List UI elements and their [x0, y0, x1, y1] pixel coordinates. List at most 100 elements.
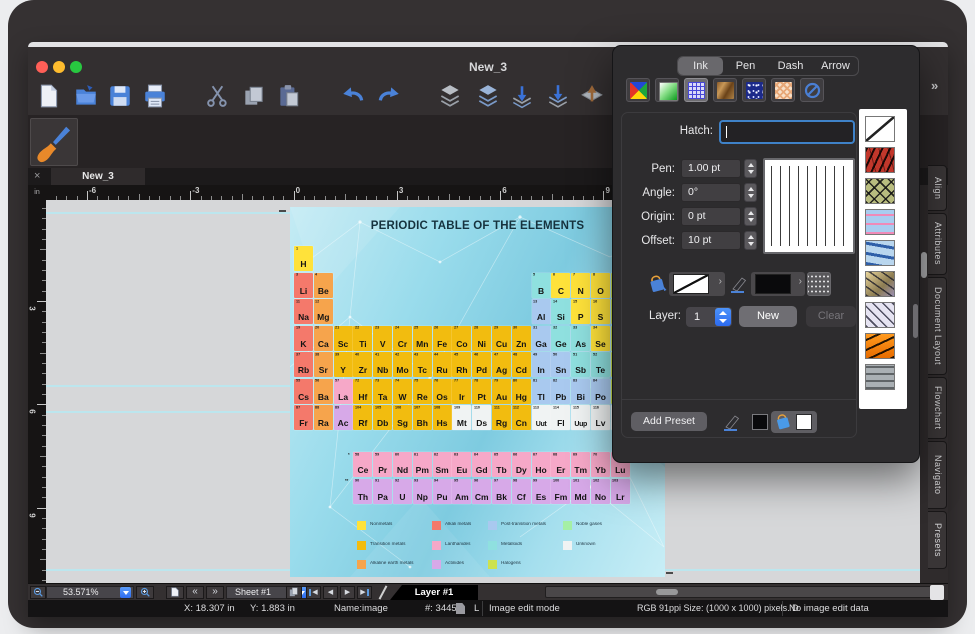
new-layer-button[interactable]: New [739, 306, 797, 327]
copy-icon[interactable] [240, 82, 268, 110]
resize-corner[interactable] [930, 585, 944, 600]
tab-pen[interactable]: Pen [723, 57, 768, 75]
layers-stack-alt-icon[interactable] [474, 82, 502, 110]
preset-fill-swatch[interactable] [796, 414, 812, 430]
pattern-picker-button[interactable] [807, 272, 831, 296]
element-cell: 94Pu [433, 479, 452, 504]
previous-sheet-button[interactable]: « [186, 586, 204, 599]
cut-icon[interactable] [204, 82, 232, 110]
layer-stepper[interactable] [715, 308, 731, 326]
hatch-pattern-swatch-blue-pink-stripes[interactable] [865, 209, 895, 235]
hatch-pattern-swatch-black-diagonal-line[interactable] [865, 116, 895, 142]
element-cell: 41Nb [373, 352, 392, 377]
new-sheet-button[interactable] [166, 586, 184, 599]
hatch-fill-button[interactable] [684, 78, 708, 102]
side-tab-navigato[interactable]: Navigato [928, 441, 947, 509]
origin-stepper[interactable] [744, 207, 757, 226]
hatch-pattern-swatch-olive-crosshatch[interactable] [865, 178, 895, 204]
image-fill-button[interactable] [713, 78, 737, 102]
periodic-table[interactable]: PERIODIC TABLE OF THE ELEMENTS 1H2He3Li4… [290, 207, 665, 577]
offset-field[interactable]: 10 pt [681, 231, 741, 250]
zoom-dropdown-button[interactable] [120, 587, 131, 598]
pen-width-field[interactable]: 1.00 pt [681, 159, 741, 178]
tab-dash[interactable]: Dash [768, 57, 813, 75]
redo-icon[interactable] [375, 82, 403, 110]
add-preset-button[interactable]: Add Preset [631, 412, 707, 431]
selection-handle[interactable] [279, 210, 286, 212]
element-cell: 64Gd [472, 452, 491, 477]
hatch-pattern-list[interactable] [859, 109, 907, 409]
send-to-back-icon[interactable] [544, 82, 572, 110]
element-cell: 63Eu [452, 452, 471, 477]
side-tab-attributes[interactable]: Attributes [928, 213, 947, 275]
layer-select[interactable]: 1 [686, 307, 732, 327]
pen-ink-well[interactable]: › [751, 272, 805, 296]
fill-ink-swatch[interactable] [673, 274, 709, 294]
hatch-pattern-swatch-tan-black-diagonal[interactable] [865, 271, 895, 297]
element-cell: 37Rb [294, 352, 313, 377]
toolbar-overflow-icon[interactable]: » [931, 78, 938, 93]
element-cell: 32Ge [551, 326, 570, 351]
angle-stepper[interactable] [744, 183, 757, 202]
brush-tool-button[interactable] [30, 118, 78, 166]
hatch-pattern-swatch-orange-black-lines[interactable] [865, 333, 895, 359]
preset-pen-swatch[interactable] [752, 414, 768, 430]
angle-field[interactable]: 0° [681, 183, 741, 202]
horizontal-scrollbar-thumb[interactable] [656, 589, 678, 595]
preset-fill-selected[interactable] [771, 411, 817, 433]
next-sheet-button[interactable]: » [206, 586, 224, 599]
element-cell: 75Re [413, 379, 432, 404]
undo-icon[interactable] [339, 82, 367, 110]
element-cell: 30Zn [512, 326, 531, 351]
side-tab-document-layout[interactable]: Document Layout [928, 277, 947, 375]
move-layer-icon[interactable] [578, 82, 606, 110]
element-cell: 25Mn [413, 326, 432, 351]
tab-ink[interactable]: Ink [678, 57, 723, 75]
zoom-in-button[interactable] [136, 586, 154, 599]
side-tab-presets[interactable]: Presets [928, 511, 947, 569]
pattern-fill-button[interactable] [742, 78, 766, 102]
gradient-fill-button[interactable] [655, 78, 679, 102]
weave-fill-button[interactable] [771, 78, 795, 102]
hatch-pattern-swatch-gray-horizontal-lines[interactable] [865, 364, 895, 390]
pen-ink-swatch[interactable] [755, 274, 791, 294]
print-icon[interactable] [141, 82, 169, 110]
side-tab-align[interactable]: Align [928, 165, 947, 211]
zoom-out-button[interactable] [30, 586, 46, 599]
layer-tab[interactable]: Layer #1 [390, 585, 478, 600]
hatch-preview [763, 158, 855, 254]
horizontal-scrollbar[interactable] [545, 586, 940, 598]
clear-layer-button[interactable]: Clear [806, 306, 856, 327]
selection-handle[interactable] [666, 572, 673, 574]
first-layer-button[interactable]: ◀ [306, 586, 321, 599]
close-tab-icon[interactable]: × [34, 168, 40, 185]
previous-layer-button[interactable]: ◀ [323, 586, 338, 599]
no-ink-button[interactable] [800, 78, 824, 102]
open-icon[interactable] [72, 82, 100, 110]
object-name-readout: Name:image [334, 603, 388, 614]
side-tab-flowchart[interactable]: Flowchart [928, 377, 947, 439]
vertical-scrollbar-thumb[interactable] [921, 252, 927, 278]
origin-field[interactable]: 0 pt [681, 207, 741, 226]
hatch-pattern-swatch-lavender-diagonal-hatch[interactable] [865, 302, 895, 328]
zoom-level-field[interactable]: 53.571% [46, 586, 134, 599]
offset-stepper[interactable] [744, 231, 757, 250]
next-layer-button[interactable]: ▶ [340, 586, 355, 599]
pattern-list-scrollbar-thumb[interactable] [913, 304, 918, 338]
pen-width-stepper[interactable] [744, 159, 757, 178]
layers-stack-icon[interactable] [436, 82, 464, 110]
tab-arrow[interactable]: Arrow [813, 57, 858, 75]
new-document-icon[interactable] [35, 82, 63, 110]
save-icon[interactable] [106, 82, 134, 110]
paste-icon[interactable] [275, 82, 303, 110]
hatch-name-input[interactable] [719, 120, 855, 144]
origin-label: Origin: [613, 211, 675, 223]
send-backward-icon[interactable] [508, 82, 536, 110]
last-layer-button[interactable]: ▶ [357, 586, 372, 599]
duplicate-layer-button[interactable] [286, 586, 302, 599]
fill-ink-well[interactable]: › [669, 272, 725, 296]
four-color-fill-button[interactable] [626, 78, 650, 102]
hatch-pattern-swatch-blue-diagonal-stripes[interactable] [865, 240, 895, 266]
document-tab[interactable]: New_3 [51, 168, 145, 185]
hatch-pattern-swatch-red-black-strokes[interactable] [865, 147, 895, 173]
